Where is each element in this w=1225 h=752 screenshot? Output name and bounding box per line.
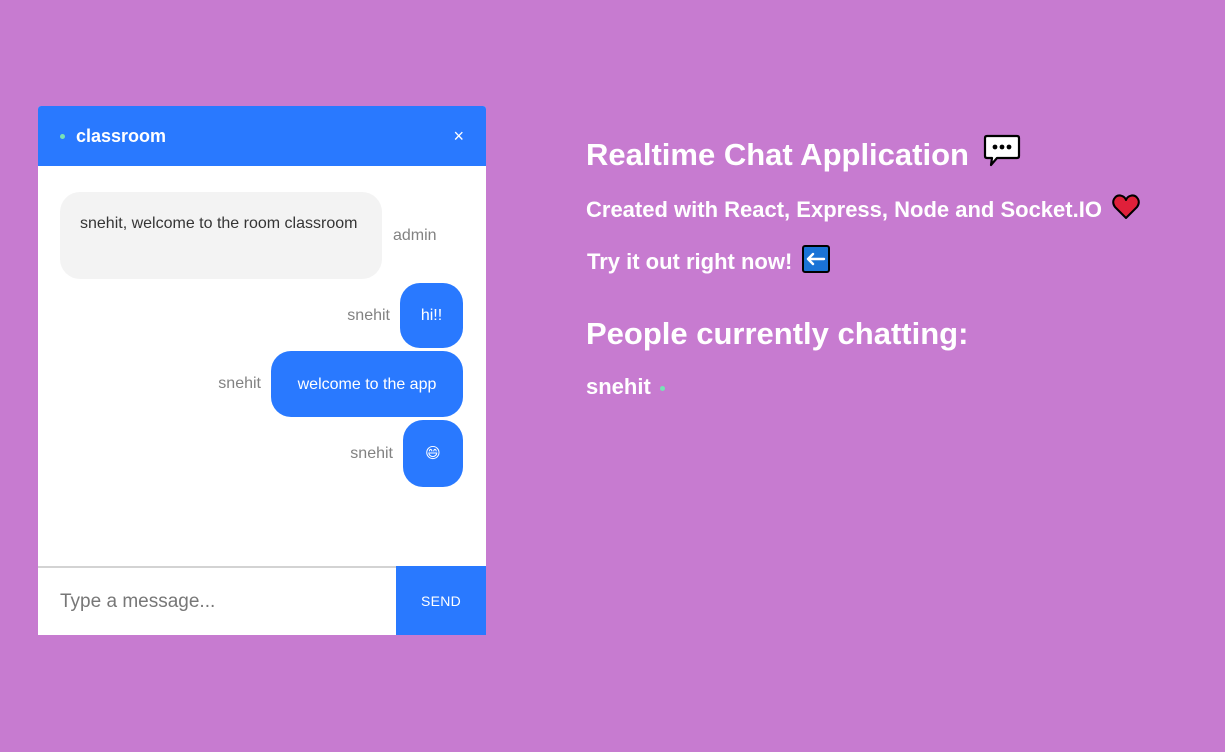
people-heading: People currently chatting: xyxy=(586,316,969,351)
app-subtitle: Created with React, Express, Node and So… xyxy=(586,194,1140,226)
message-bubble: welcome to the app xyxy=(271,351,463,417)
online-indicator-icon xyxy=(60,133,65,139)
message-sender: admin xyxy=(393,226,437,244)
message-list: snehit, welcome to the room classroom ad… xyxy=(38,166,486,566)
app-title: Realtime Chat Application xyxy=(586,134,1021,176)
chat-window: classroom × snehit, welcome to the room … xyxy=(38,106,486,635)
message-bubble: snehit, welcome to the room classroom xyxy=(60,192,382,279)
left-arrow-icon xyxy=(802,245,831,279)
chat-header: classroom × xyxy=(38,106,486,166)
online-indicator-icon xyxy=(659,385,665,391)
message-bubble: 😄 xyxy=(403,420,463,487)
user-list-item: snehit xyxy=(586,374,665,400)
message-composer: SEND xyxy=(38,566,486,635)
cta-text: Try it out right now! xyxy=(587,245,831,279)
app-title-text: Realtime Chat Application xyxy=(586,137,969,172)
message-row: snehit hi!! xyxy=(347,283,463,348)
message-input[interactable] xyxy=(38,568,396,635)
message-bubble: hi!! xyxy=(400,283,463,348)
room-info: classroom xyxy=(60,126,166,147)
heart-icon xyxy=(1112,194,1140,226)
message-row: snehit 😄 xyxy=(350,420,463,487)
user-name: snehit xyxy=(586,374,651,399)
cta-label: Try it out right now! xyxy=(587,249,793,274)
app-subtitle-text: Created with React, Express, Node and So… xyxy=(586,197,1102,222)
message-row: snehit welcome to the app xyxy=(218,351,463,417)
message-sender: snehit xyxy=(347,306,390,324)
message-sender: snehit xyxy=(218,375,261,392)
close-icon[interactable]: × xyxy=(453,127,464,145)
speech-bubble-icon xyxy=(983,134,1021,176)
send-button[interactable]: SEND xyxy=(396,566,486,635)
room-name: classroom xyxy=(76,125,167,146)
message-row: snehit, welcome to the room classroom ad… xyxy=(60,192,437,279)
message-sender: snehit xyxy=(350,444,393,462)
